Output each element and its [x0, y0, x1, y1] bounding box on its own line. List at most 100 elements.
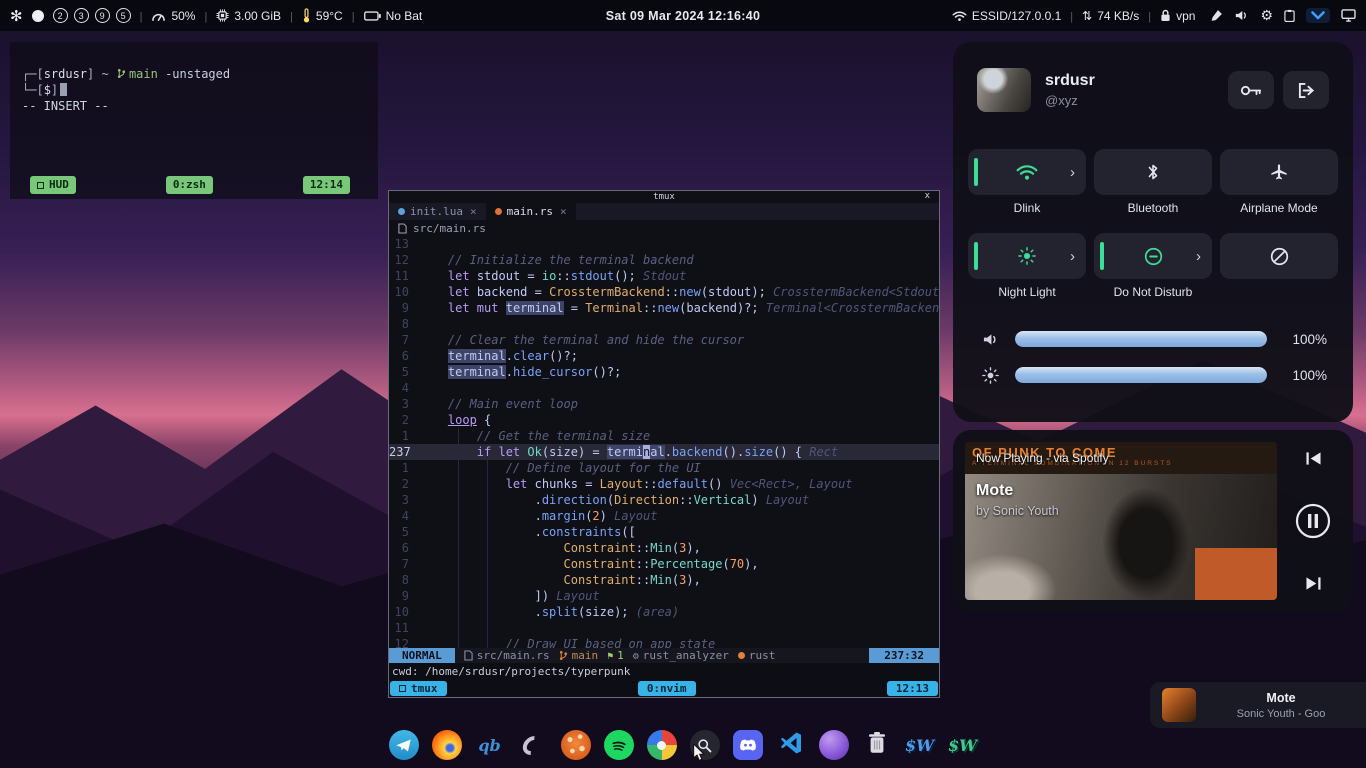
code-line[interactable]: 10 .split(size); (area)	[389, 604, 939, 620]
dock-fish-icon[interactable]	[516, 728, 550, 762]
volume-value: 100%	[1281, 332, 1327, 347]
dock-code-icon[interactable]	[774, 728, 808, 762]
statusline-diagnostics: 1	[607, 649, 624, 662]
code-line[interactable]: 4 .margin(2) Layout	[389, 508, 939, 524]
dock-trash-icon[interactable]	[860, 728, 894, 762]
code-line[interactable]: 6 terminal.clear()?;	[389, 348, 939, 364]
code-line[interactable]: 11	[389, 620, 939, 636]
code-line[interactable]: 12 // Initialize the terminal backend	[389, 252, 939, 268]
code-line[interactable]: 10 let backend = CrosstermBackend::new(s…	[389, 284, 939, 300]
airplane-icon	[1270, 163, 1288, 181]
brightness-slider[interactable]	[1015, 367, 1267, 383]
code-line[interactable]: 8	[389, 316, 939, 332]
tab-close-icon[interactable]: ×	[560, 205, 567, 218]
code-line[interactable]: 12 // Draw UI based on app state	[389, 636, 939, 648]
pause-button[interactable]	[1295, 503, 1331, 539]
code-line[interactable]: 7 // Clear the terminal and hide the cur…	[389, 332, 939, 348]
tmux-session-badge[interactable]: 0:nvim	[638, 681, 696, 696]
toggle-blocked[interactable]	[1220, 233, 1338, 279]
code-line[interactable]: 7 Constraint::Percentage(70),	[389, 556, 939, 572]
code-line[interactable]: 8 Constraint::Min(3),	[389, 572, 939, 588]
track-artist: by Sonic Youth	[976, 504, 1059, 518]
dock-script-w-blue-icon[interactable]: $W	[903, 728, 937, 762]
toggle-label: Night Light	[998, 285, 1055, 299]
code-line[interactable]: 5 .constraints([	[389, 524, 939, 540]
lsp-gear-icon	[633, 649, 639, 662]
dock-purple-app-icon[interactable]	[817, 728, 851, 762]
previous-track-button[interactable]	[1305, 451, 1322, 466]
code-line[interactable]: 3 .direction(Direction::Vertical) Layout	[389, 492, 939, 508]
editor-window[interactable]: tmux x init.lua×main.rs× src/main.rs 131…	[388, 190, 940, 698]
dock-script-w-green-icon[interactable]: $W	[946, 728, 980, 762]
clipboard-icon[interactable]	[1284, 9, 1295, 22]
dock-telegram-icon[interactable]	[387, 728, 421, 762]
workspace-5[interactable]: 5	[116, 8, 131, 23]
toggle-cell	[1220, 233, 1338, 299]
gear-icon[interactable]	[1260, 7, 1273, 24]
gauge-icon	[151, 10, 166, 22]
paintbrush-icon[interactable]	[1210, 9, 1223, 22]
workspace-2[interactable]: 2	[53, 8, 68, 23]
tab-close-icon[interactable]: ×	[470, 205, 477, 218]
workspace-active-indicator[interactable]	[32, 10, 44, 22]
toggle-bluetooth[interactable]	[1094, 149, 1212, 195]
memory-stat: 3.00 GiB	[216, 9, 281, 23]
terminal-window[interactable]: ┌─[srdusr] ~ main -unstaged └─[$] -- INS…	[10, 42, 378, 199]
toggle-night-light[interactable]	[968, 233, 1086, 279]
code-line[interactable]: 2 loop {	[389, 412, 939, 428]
tab-main.rs[interactable]: main.rs×	[486, 203, 576, 220]
code-line[interactable]: 9 let mut terminal = Terminal::new(backe…	[389, 300, 939, 316]
vpn-status[interactable]: vpn	[1160, 9, 1195, 23]
toggle-wifi[interactable]	[968, 149, 1086, 195]
code-line[interactable]: 11 let stdout = io::stdout(); Stdout	[389, 268, 939, 284]
chevron-right-icon[interactable]	[1070, 249, 1075, 264]
dock-discord-icon[interactable]	[731, 728, 765, 762]
logout-button[interactable]	[1283, 71, 1329, 109]
speaker-icon[interactable]	[1234, 9, 1249, 22]
code-area[interactable]: 1312 // Initialize the terminal backend1…	[389, 236, 939, 648]
code-line[interactable]: 13	[389, 236, 939, 252]
dock-spotify-icon[interactable]	[602, 728, 636, 762]
toggle-airplane[interactable]	[1220, 149, 1338, 195]
chevron-down-icon[interactable]	[1306, 8, 1330, 23]
code-line[interactable]: 237 if let Ok(size) = terminal.backend()…	[389, 444, 939, 460]
terminal-clock-badge: 12:14	[303, 176, 350, 194]
code-line[interactable]: 2 let chunks = Layout::default() Vec<Rec…	[389, 476, 939, 492]
vpn-label: vpn	[1176, 9, 1195, 23]
tab-init.lua[interactable]: init.lua×	[389, 203, 486, 220]
code-line[interactable]: 4	[389, 380, 939, 396]
toggle-label: Bluetooth	[1128, 201, 1179, 215]
media-notification[interactable]: Mote Sonic Youth - Goo	[1150, 682, 1366, 728]
monitor-icon[interactable]	[1341, 9, 1356, 22]
chevron-right-icon[interactable]	[1070, 165, 1075, 180]
code-line[interactable]: 5 terminal.hide_cursor()?;	[389, 364, 939, 380]
wifi-stat[interactable]: ESSID/127.0.0.1	[952, 9, 1061, 23]
code-line[interactable]: 9 ]) Layout	[389, 588, 939, 604]
volume-slider[interactable]	[1015, 331, 1267, 347]
workspace-3[interactable]: 3	[74, 8, 89, 23]
indent-guide	[458, 428, 459, 648]
close-button[interactable]: x	[925, 191, 930, 201]
code-line[interactable]: 6 Constraint::Min(3),	[389, 540, 939, 556]
toggle-do-not-disturb[interactable]	[1094, 233, 1212, 279]
workspace-9[interactable]: 9	[95, 8, 110, 23]
dock-firefox-icon[interactable]	[430, 728, 464, 762]
tmux-badge[interactable]: tmux	[390, 681, 447, 696]
hud-badge[interactable]: HUD	[30, 176, 76, 194]
keys-button[interactable]	[1228, 71, 1274, 109]
mouse-cursor	[692, 744, 706, 762]
code-line[interactable]: 1 // Define layout for the UI	[389, 460, 939, 476]
clock[interactable]: Sat 09 Mar 2024 12:16:40	[606, 9, 761, 23]
code-line[interactable]: 1 // Get the terminal size	[389, 428, 939, 444]
album-art-block	[1195, 548, 1277, 600]
zsh-session-badge[interactable]: 0:zsh	[166, 176, 213, 194]
avatar[interactable]	[977, 68, 1031, 112]
dock-photos-icon[interactable]	[645, 728, 679, 762]
launcher-icon[interactable]: ✻	[10, 7, 23, 25]
dock-orange-app-icon[interactable]	[559, 728, 593, 762]
dock-qutebrowser-icon[interactable]: qb	[473, 728, 507, 762]
next-track-button[interactable]	[1305, 576, 1322, 591]
chevron-right-icon[interactable]	[1196, 249, 1201, 264]
line-number: 5	[389, 364, 419, 380]
code-line[interactable]: 3 // Main event loop	[389, 396, 939, 412]
